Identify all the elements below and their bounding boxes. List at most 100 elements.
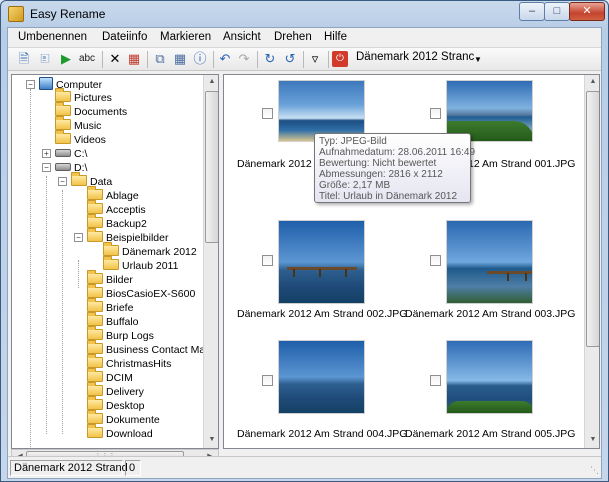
thumbnail-checkbox[interactable] <box>430 108 441 119</box>
tree-item-data[interactable]: − Data <box>58 172 112 189</box>
scroll-down-icon[interactable]: ▼ <box>585 433 599 447</box>
scroll-up-icon[interactable]: ▲ <box>204 75 218 89</box>
play-icon[interactable]: ▶ <box>58 51 74 67</box>
tree-item-beispielbilder[interactable]: − Beispielbilder <box>74 228 168 245</box>
thumbnail-gallery[interactable]: Dänemark 2012 Am Strand 000.JPG Dänemark… <box>223 74 600 449</box>
gallery-vertical-scrollbar[interactable]: ▲ ▼ <box>584 75 599 448</box>
client-area: Umbenennen Dateiinfo Markieren Ansicht D… <box>7 27 602 479</box>
pier-post <box>525 273 527 281</box>
chevron-down-icon[interactable]: ▼ <box>474 51 482 68</box>
filter-icon[interactable]: ▿ <box>307 51 323 67</box>
thumbnail-image[interactable] <box>446 340 533 414</box>
new-icon[interactable]: 🗎 <box>16 51 32 67</box>
tree-item-drive-c[interactable]: + C:\ <box>42 147 87 161</box>
menu-bar: Umbenennen Dateiinfo Markieren Ansicht D… <box>8 28 601 48</box>
drive-icon <box>55 149 71 157</box>
thumbnail-item[interactable]: Dänemark 2012 Am Strand 005.JPG <box>400 340 575 448</box>
expand-icon[interactable]: + <box>42 149 51 158</box>
tree-item-burp-logs[interactable]: Burp Logs <box>87 326 154 343</box>
thumbnail-image[interactable] <box>278 220 365 304</box>
stop-icon[interactable]: ⏻ <box>332 51 348 67</box>
thumbnail-item[interactable]: Dänemark 2012 Am Strand 004.JPG <box>229 340 407 448</box>
title-bar[interactable]: Easy Rename – □ ✕ <box>1 1 608 27</box>
tree-guide-line <box>46 176 47 434</box>
collapse-icon[interactable]: − <box>42 163 51 172</box>
thumbnail-item[interactable]: Dänemark 2012 Am Strand 003.JPG <box>400 220 575 330</box>
resize-grip-icon[interactable]: ⋱ <box>590 465 599 476</box>
folder-icon <box>55 116 71 130</box>
pier-post <box>319 269 321 277</box>
app-icon <box>8 6 24 22</box>
folder-icon <box>87 424 103 438</box>
toolbar-separator <box>213 51 214 68</box>
drive-icon <box>55 163 71 171</box>
menu-ansicht[interactable]: Ansicht <box>223 31 261 43</box>
delete-icon[interactable]: ✕ <box>107 51 123 67</box>
thumbnail-image[interactable] <box>278 340 365 414</box>
folder-combo[interactable]: Dänemark 2012 Stranc <box>356 51 482 68</box>
folder-tree[interactable]: − Computer Pictures Documents Music Video… <box>11 74 219 449</box>
thumbnail-checkbox[interactable] <box>262 375 273 386</box>
collapse-icon[interactable]: − <box>58 177 67 186</box>
thumbnail-checkbox[interactable] <box>430 255 441 266</box>
scroll-up-icon[interactable]: ▲ <box>585 75 599 89</box>
folder-icon <box>87 354 103 368</box>
tooltip-title: Titel: Urlaub in Dänemark 2012 <box>319 191 458 202</box>
tree-item-download[interactable]: Download <box>87 424 153 441</box>
folder-icon <box>55 88 71 102</box>
maximize-button[interactable]: □ <box>544 2 570 21</box>
collapse-icon[interactable]: − <box>26 80 35 89</box>
thumbnail-checkbox[interactable] <box>262 255 273 266</box>
undo-icon[interactable]: ↶ <box>217 51 233 67</box>
tree-item-business-contact[interactable]: Business Contact Mana <box>87 340 217 357</box>
menu-umbenennen[interactable]: Umbenennen <box>18 31 87 43</box>
pier-post <box>293 269 295 277</box>
tree-item-videos[interactable]: Videos <box>55 130 106 147</box>
thumbnail-image[interactable] <box>446 220 533 304</box>
thumbnail-checkbox[interactable] <box>430 375 441 386</box>
document-red-icon[interactable]: ▦ <box>126 51 142 67</box>
menu-dateiinfo[interactable]: Dateiinfo <box>102 31 147 43</box>
thumbnail-caption: Dänemark 2012 Am Strand 002.JPG <box>237 308 408 320</box>
redo-icon[interactable]: ↷ <box>236 51 252 67</box>
open-icon[interactable]: 🗉 <box>37 51 53 67</box>
scroll-down-icon[interactable]: ▼ <box>204 433 218 447</box>
tree-item-dokumente[interactable]: Dokumente <box>87 410 160 427</box>
tree-item-bioscasio[interactable]: BiosCasioEX-S600 <box>87 284 195 301</box>
menu-drehen[interactable]: Drehen <box>274 31 312 43</box>
tree-item-daenemark-2012[interactable]: Dänemark 2012 <box>103 242 197 259</box>
tree-item-urlaub-2011[interactable]: Urlaub 2011 <box>103 256 178 273</box>
tree-item-drive-d[interactable]: − D:\ <box>42 161 87 175</box>
tree-item-christmashits[interactable]: ChristmasHits <box>87 354 171 371</box>
thumbnail-checkbox[interactable] <box>262 108 273 119</box>
tree-vertical-scrollbar[interactable]: ▲ ▼ <box>203 75 218 448</box>
tree-guide-line <box>78 260 79 288</box>
folder-icon <box>87 228 103 242</box>
folder-icon <box>71 172 87 186</box>
rotate-right-icon[interactable]: ↻ <box>262 51 278 67</box>
tree-item-documents[interactable]: Documents <box>55 102 127 119</box>
folder-icon <box>87 284 103 298</box>
folder-icon <box>87 340 103 354</box>
app-window: Easy Rename – □ ✕ Umbenennen Dateiinfo M… <box>0 0 609 482</box>
gallery-scroll-thumb[interactable] <box>586 91 599 347</box>
collapse-icon[interactable]: − <box>74 233 83 242</box>
menu-markieren[interactable]: Markieren <box>160 31 211 43</box>
spellcheck-icon[interactable]: abc <box>76 51 98 67</box>
thumbnail-caption: Dänemark 2012 Am Strand 004.JPG <box>237 428 408 440</box>
tooltip-date: Aufnahmedatum: 28.06.2011 16:49 <box>319 147 476 158</box>
minimize-button[interactable]: – <box>519 2 545 21</box>
close-button[interactable]: ✕ <box>569 2 605 21</box>
status-bar: Dänemark 2012 Strand 0 ⋱ <box>8 456 601 478</box>
toolbar-separator <box>328 51 329 68</box>
table-icon[interactable]: ▦ <box>172 51 188 67</box>
info-icon[interactable]: ⓘ <box>192 51 208 67</box>
tooltip-dimensions: Abmessungen: 2816 x 2112 <box>319 169 443 180</box>
copy-icon[interactable]: ⧉ <box>152 51 168 67</box>
rotate-left-icon[interactable]: ↺ <box>282 51 298 67</box>
menu-hilfe[interactable]: Hilfe <box>324 31 347 43</box>
status-count: 0 <box>125 460 141 476</box>
tree-scroll-thumb[interactable] <box>205 91 218 243</box>
tree-item-computer[interactable]: − Computer <box>26 77 102 91</box>
thumbnail-item[interactable]: Dänemark 2012 Am Strand 002.JPG <box>229 220 407 330</box>
